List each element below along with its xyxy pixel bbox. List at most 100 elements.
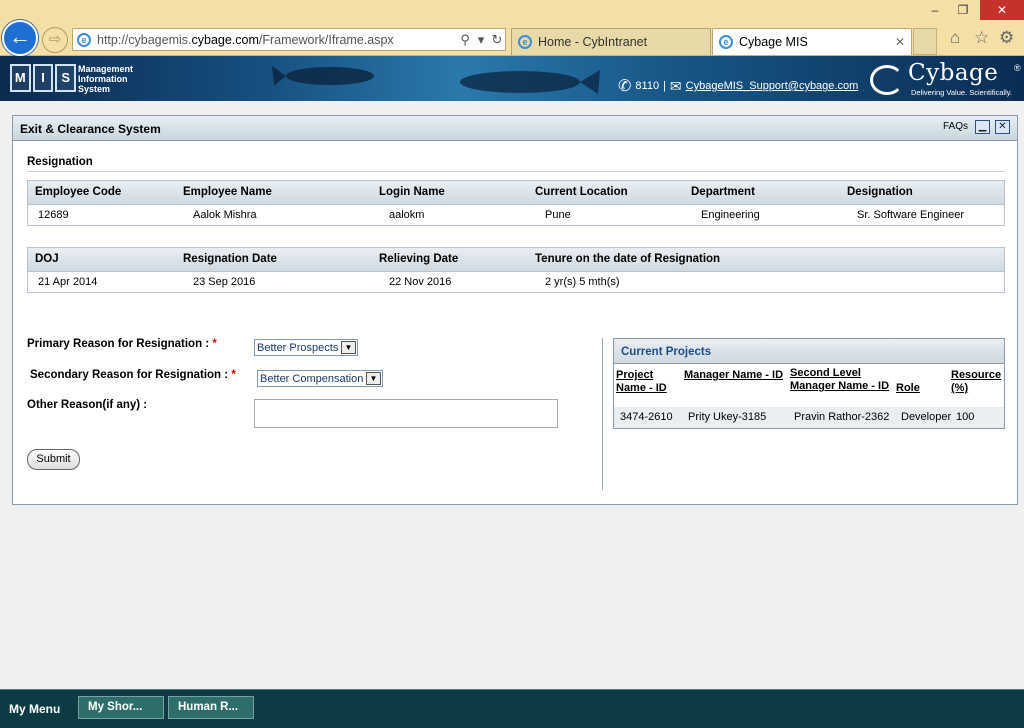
ie-tab-icon: e (719, 35, 733, 49)
resource-cell: 100 (956, 411, 975, 423)
search-icon[interactable]: ⚲ (457, 32, 473, 48)
vertical-divider (602, 338, 603, 490)
relieving-date-value: 22 Nov 2016 (389, 276, 452, 288)
table-header-row: Employee Code Employee Name Login Name C… (28, 181, 1004, 204)
exit-clearance-panel: Exit & Clearance System FAQs ▁ ✕ Resigna… (12, 115, 1018, 505)
taskbar: My Menu My Shor... Human R... (0, 689, 1024, 728)
table-header-row: DOJ Resignation Date Relieving Date Tenu… (28, 248, 1004, 271)
page-body: Exit & Clearance System FAQs ▁ ✕ Resigna… (0, 101, 1024, 689)
required-marker: * (212, 338, 217, 350)
address-url-domain: cybage.com (191, 32, 259, 47)
secondary-reason-select[interactable]: Better Compensation ▼ (257, 370, 383, 387)
primary-reason-label: Primary Reason for Resignation : * (27, 338, 217, 350)
cybage-tagline: Delivering Value. Scientifically. (911, 88, 1013, 97)
back-button[interactable]: ← (2, 20, 38, 56)
my-menu-button[interactable]: My Menu (9, 702, 60, 716)
cybage-brand: Cybage (908, 60, 999, 86)
mis-title-line: System (78, 84, 111, 94)
primary-reason-label-text: Primary Reason for Resignation : (27, 338, 210, 350)
window-minimize-button[interactable]: ‒ (920, 0, 950, 20)
primary-reason-select[interactable]: Better Prospects ▼ (254, 339, 358, 356)
back-arrow-icon: ← (9, 24, 31, 49)
section-divider (27, 171, 1005, 172)
current-projects-panel: Current Projects Project Name - ID Manag… (613, 338, 1005, 429)
submit-button[interactable]: Submit (27, 449, 80, 470)
mis-title-line: Management (78, 64, 134, 74)
header-doj: DOJ (35, 253, 59, 265)
window-maximize-button[interactable]: ❐ (948, 0, 978, 20)
header-project-name-id[interactable]: Project Name - ID (616, 369, 678, 395)
header-relieving-date: Relieving Date (379, 253, 459, 265)
secondary-reason-selected-value: Better Compensation (260, 372, 364, 385)
tenure-value: 2 yr(s) 5 mth(s) (545, 276, 620, 288)
phone-extension: 8110 (635, 80, 660, 92)
required-marker: * (231, 369, 236, 381)
address-bar[interactable]: e http://cybagemis.cybage.com/Framework/… (72, 28, 506, 51)
refresh-icon[interactable]: ↻ (489, 32, 505, 48)
panel-close-button[interactable]: ✕ (995, 120, 1010, 134)
forward-arrow-icon: ⇨ (48, 31, 62, 48)
header-tenure: Tenure on the date of Resignation (535, 253, 721, 265)
registered-mark: ® (1014, 63, 1021, 73)
faqs-link[interactable]: FAQs (943, 121, 968, 132)
dropdown-icon[interactable]: ▾ (473, 32, 489, 48)
cybage-logo: Cybage ® Delivering Value. Scientificall… (868, 60, 1021, 98)
second-level-manager-cell: Pravin Rathor-2362 (794, 411, 890, 423)
ie-page-icon: e (77, 32, 91, 47)
ie-tab-icon: e (518, 35, 532, 49)
contact-info: ✆ 8110 | ✉ CybageMIS_Support@cybage.com (618, 76, 858, 96)
mis-logo-letter: S (55, 64, 77, 92)
section-title-resignation: Resignation (27, 156, 93, 168)
chevron-down-icon[interactable]: ▼ (341, 341, 356, 354)
gear-icon[interactable]: ⚙ (999, 28, 1014, 48)
tab-close-icon[interactable]: ✕ (895, 35, 905, 49)
panel-title: Exit & Clearance System (20, 122, 161, 136)
taskbar-item-human-resources[interactable]: Human R... (168, 696, 254, 719)
favorites-star-icon[interactable]: ☆ (974, 28, 989, 48)
header-role[interactable]: Role (896, 382, 920, 395)
current-projects-title: Current Projects (621, 346, 712, 358)
other-reason-input[interactable] (254, 399, 558, 428)
taskbar-item-my-shortcuts[interactable]: My Shor... (78, 696, 164, 719)
header-second-level-manager[interactable]: Second Level Manager Name - ID (790, 367, 890, 393)
manager-cell: Prity Ukey-3185 (688, 411, 767, 423)
employee-info-table: Employee Code Employee Name Login Name C… (27, 180, 1005, 226)
doj-value: 21 Apr 2014 (38, 276, 98, 288)
current-projects-header: Current Projects (614, 339, 1004, 364)
panel-header: Exit & Clearance System FAQs ▁ ✕ (13, 116, 1017, 141)
header-employee-code: Employee Code (35, 186, 122, 198)
home-icon[interactable]: ⌂ (950, 28, 960, 48)
designation-value: Sr. Software Engineer (857, 209, 965, 221)
fish-decoration (272, 66, 600, 94)
employee-name-value: Aalok Mishra (193, 209, 257, 221)
address-url[interactable]: http://cybagemis.cybage.com/Framework/If… (97, 33, 457, 47)
other-reason-label: Other Reason(if any) : (27, 399, 148, 411)
current-location-value: Pune (545, 209, 571, 221)
support-email-link[interactable]: CybageMIS_Support@cybage.com (686, 80, 859, 92)
secondary-reason-label-text: Secondary Reason for Resignation : (30, 369, 229, 381)
secondary-reason-label: Secondary Reason for Resignation : * (30, 369, 236, 381)
header-employee-name: Employee Name (183, 186, 272, 198)
browser-chrome: ‒ ❐ ✕ ← ⇨ e http://cybagemis.cybage.com/… (0, 0, 1024, 56)
forward-button[interactable]: ⇨ (42, 27, 68, 53)
panel-minimize-button[interactable]: ▁ (975, 120, 990, 134)
department-value: Engineering (701, 209, 760, 221)
employee-code-value: 12689 (38, 209, 69, 221)
header-resource-percent[interactable]: Resource (%) (951, 369, 1007, 395)
header-designation: Designation (847, 186, 913, 198)
tab-label: Home - CybIntranet (538, 35, 648, 49)
header-manager-name-id[interactable]: Manager Name - ID (684, 369, 784, 382)
chevron-down-icon[interactable]: ▼ (366, 372, 381, 385)
mis-logo-letter: M (10, 64, 31, 92)
header-department: Department (691, 186, 755, 198)
resignation-dates-table: DOJ Resignation Date Relieving Date Tenu… (27, 247, 1005, 293)
tab-home-cybintranet[interactable]: e Home - CybIntranet (511, 28, 711, 55)
mis-logo-letter: I (32, 64, 54, 92)
mis-title-line: Information (78, 74, 128, 84)
tab-label: Cybage MIS (739, 35, 808, 49)
new-tab-button[interactable] (913, 28, 937, 55)
tab-cybage-mis[interactable]: e Cybage MIS ✕ (712, 28, 912, 55)
mis-title: Management Information System (78, 64, 133, 94)
window-close-button[interactable]: ✕ (980, 0, 1024, 20)
address-url-path: /Framework/Iframe.aspx (258, 32, 394, 47)
